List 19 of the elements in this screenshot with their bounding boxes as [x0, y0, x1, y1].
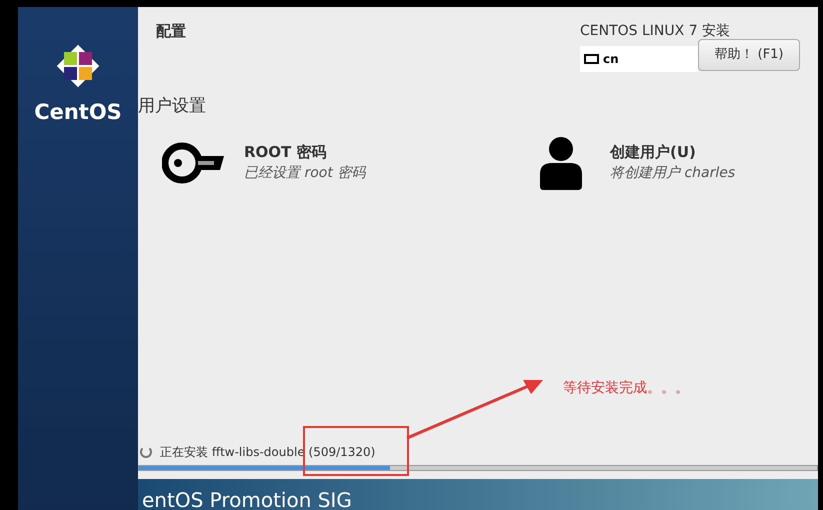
- annotation-note: 等待安装完成。。。: [563, 379, 689, 398]
- section-heading: 用户设置: [138, 95, 207, 118]
- banner: entOS Promotion SIG: [138, 479, 818, 510]
- section-title: 配置: [156, 21, 186, 42]
- spoke-title: 创建用户(U): [610, 142, 697, 163]
- spoke-item[interactable]: 创建用户(U) 将创建用户 charles: [540, 136, 800, 190]
- spoke-status: 将创建用户 charles: [610, 164, 736, 184]
- progress-status: 正在安装 fftw-libs-double (509/1320): [160, 444, 376, 461]
- spoke-title: ROOT 密码: [244, 142, 328, 163]
- help-button[interactable]: 帮助！ (F1): [698, 39, 800, 71]
- key-icon: [162, 142, 224, 184]
- spoke-item[interactable]: ROOT 密码 已经设置 root 密码: [162, 136, 512, 190]
- brand-name: CentOS: [34, 99, 122, 126]
- product-title: CENTOS LINUX 7 安装: [580, 22, 732, 41]
- keyboard-indicator[interactable]: cn: [580, 46, 698, 72]
- spoke-status: 已经设置 root 密码: [244, 164, 366, 184]
- user-icon: [540, 136, 582, 190]
- spinner-icon: [140, 446, 152, 458]
- keyboard-icon: [584, 54, 599, 64]
